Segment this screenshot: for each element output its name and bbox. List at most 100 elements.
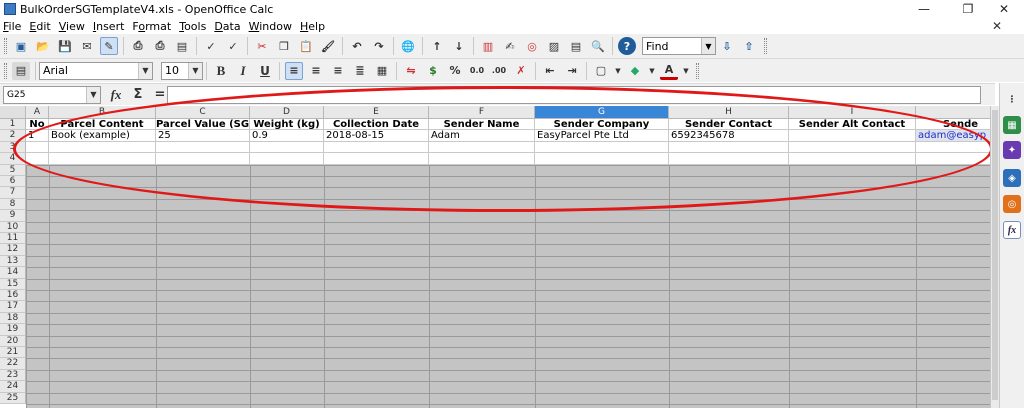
empty-cell[interactable] [156,153,250,165]
chevron-down-icon[interactable]: ▼ [138,62,152,79]
row-header[interactable]: 3 [0,141,26,154]
toolbar-grip[interactable] [4,38,7,54]
open-icon[interactable]: 📂 [34,37,52,55]
row-header[interactable]: 21 [0,347,26,359]
header-cell[interactable]: Parcel Value (SGD [156,119,250,131]
email-icon[interactable]: ✉ [78,37,96,55]
row-header[interactable]: 24 [0,381,26,393]
percent-button[interactable]: % [446,62,464,80]
find-box[interactable]: Find ▼ [642,37,716,55]
sum-icon[interactable]: Σ [129,86,147,104]
empty-cell[interactable] [429,141,535,154]
column-header[interactable]: I [789,106,916,119]
empty-cell[interactable] [789,153,916,165]
show-draw-icon[interactable]: ✍ [501,37,519,55]
empty-cell[interactable] [49,153,156,165]
restore-button[interactable]: ❐ [948,0,988,18]
gallery-icon[interactable]: ▨ [545,37,563,55]
italic-button[interactable]: I [234,62,252,80]
clone-format-icon[interactable]: 🖌 [319,37,337,55]
align-center-icon[interactable]: ≡ [307,62,325,80]
close-button[interactable]: ✕ [984,0,1024,18]
chevron-down-icon[interactable]: ▼ [188,62,202,79]
hyperlink-icon[interactable]: 🌐 [399,37,417,55]
data-cell[interactable]: Book (example) [49,130,156,142]
empty-cell[interactable] [669,153,789,165]
select-all-corner[interactable] [0,106,26,119]
spreadsheet-grid[interactable]: A B C D E F G H I 1 2 3 4 5 6 7 8 9 10 11 12 13 14 15 16 17 18 19 20… [0,106,990,408]
text-direction-icon[interactable]: ⇋ [402,62,420,80]
menu-item[interactable]: Window [249,20,292,33]
spellcheck-icon[interactable]: ✓ [202,37,220,55]
header-cell[interactable]: Sender Contact [669,119,789,131]
data-cell[interactable]: EasyParcel Pte Ltd [535,130,669,142]
column-header[interactable] [916,106,990,119]
row-header[interactable]: 15 [0,278,26,290]
header-cell[interactable]: Collection Date [324,119,429,131]
decrease-indent-icon[interactable]: ⇤ [541,62,559,80]
menu-item[interactable]: View [59,20,85,33]
data-cell[interactable]: Adam [429,130,535,142]
background-color-icon[interactable]: ◆ [626,62,644,80]
row-header[interactable]: 6 [0,176,26,188]
row-header[interactable]: 12 [0,244,26,256]
print-preview-icon[interactable]: ▤ [173,37,191,55]
chevron-down-icon[interactable]: ▼ [682,62,690,80]
edit-file-icon[interactable]: ✎ [100,37,118,55]
menu-item[interactable]: Help [300,20,325,33]
merge-cells-icon[interactable]: ▦ [373,62,391,80]
column-header[interactable]: A [26,106,49,119]
toolbar-grip[interactable] [696,62,699,79]
empty-cell[interactable] [156,141,250,154]
help-icon[interactable]: ? [618,37,636,55]
currency-button[interactable]: $ [424,62,442,80]
row-header[interactable]: 16 [0,290,26,302]
align-left-icon[interactable]: ≡ [285,61,303,80]
empty-cell[interactable] [535,153,669,165]
print-icon[interactable]: ⎙ [151,37,169,55]
column-header[interactable]: F [429,106,535,119]
scrollbar-thumb[interactable] [992,110,998,400]
menu-item[interactable]: Format [132,20,171,33]
empty-cell[interactable] [535,141,669,154]
sort-descending-icon[interactable]: ↓ [450,37,468,55]
delete-decimal-icon[interactable]: .00 [490,62,508,80]
justify-icon[interactable]: ≣ [351,62,369,80]
name-box[interactable]: G25 ▼ [3,85,101,104]
sort-ascending-icon[interactable]: ↑ [428,37,446,55]
header-cell[interactable]: Sender Company [535,119,669,131]
navigator-icon[interactable]: ◎ [1003,195,1021,213]
menu-item[interactable]: Edit [29,20,50,33]
row-header[interactable]: 23 [0,369,26,382]
row-header[interactable]: 19 [0,324,26,336]
properties-icon[interactable]: ▦ [1003,116,1021,134]
empty-cell[interactable] [49,141,156,154]
row-header[interactable]: 4 [0,153,26,165]
column-header[interactable]: E [324,106,429,119]
header-cell[interactable]: Sende [916,119,990,131]
header-cell[interactable]: Parcel Content [49,119,156,131]
column-header[interactable]: C [156,106,250,119]
function-wizard-icon[interactable]: fx [107,86,125,104]
empty-cell[interactable] [916,141,990,154]
row-header[interactable]: 5 [0,164,26,176]
empty-cell[interactable] [324,141,429,154]
empty-cell[interactable] [789,141,916,154]
find-next-icon[interactable]: ⇩ [718,37,736,55]
row-header[interactable]: 11 [0,233,26,245]
chart-icon[interactable]: ▥ [479,37,497,55]
header-cell[interactable]: Sender Name [429,119,535,131]
vertical-scrollbar[interactable] [990,106,999,408]
increase-indent-icon[interactable]: ⇥ [563,62,581,80]
chevron-down-icon[interactable]: ▼ [701,38,715,54]
undo-icon[interactable]: ↶ [348,37,366,55]
menu-item[interactable]: Data [214,20,240,33]
underline-button[interactable]: U [256,62,274,80]
empty-cell[interactable] [250,141,324,154]
empty-cell[interactable] [250,153,324,165]
column-header[interactable]: G [535,106,669,119]
data-cell[interactable]: 6592345678 [669,130,789,142]
column-header[interactable]: B [49,106,156,119]
data-cell[interactable]: 25 [156,130,250,142]
datasources-icon[interactable]: ▤ [567,37,585,55]
